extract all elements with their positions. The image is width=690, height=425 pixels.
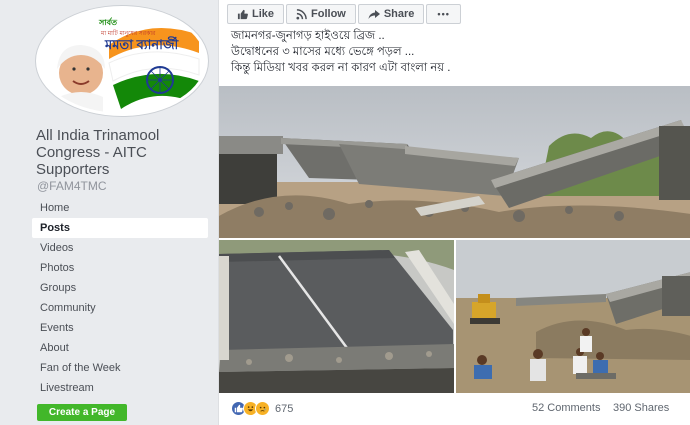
nav-item-community[interactable]: Community: [32, 298, 208, 318]
nav-item-posts[interactable]: Posts: [32, 218, 208, 238]
nav-item-groups[interactable]: Groups: [32, 278, 208, 298]
post-photo-workers-site[interactable]: [456, 240, 690, 393]
page-handle[interactable]: @FAM4TMC: [37, 179, 107, 193]
nav-item-photos[interactable]: Photos: [32, 258, 208, 278]
post-message: জামনগর-জুনাগড় হাইওয়ে ব্রিজ .. উদ্বোধনে…: [231, 28, 450, 76]
page-name[interactable]: All India Trinamool Congress - AITC Supp…: [36, 127, 214, 178]
post-footer: 675 52 Comments 390 Shares: [219, 394, 690, 425]
page-sidebar: সার্বত মা মাটি মানুষের সরকার মমতা ব্যানা…: [0, 0, 216, 425]
nav-item-home[interactable]: Home: [32, 198, 208, 218]
rss-icon: [296, 8, 307, 20]
follow-page-button[interactable]: Follow: [286, 4, 356, 24]
follow-label: Follow: [311, 8, 346, 20]
post-photo-collapsed-bridge[interactable]: [219, 86, 690, 238]
nav-item-about[interactable]: About: [32, 338, 208, 358]
thumbs-up-icon: [237, 9, 248, 19]
more-dots-icon: •••: [437, 9, 450, 19]
nav-item-videos[interactable]: Videos: [32, 238, 208, 258]
page-action-bar: Like Follow Share •••: [227, 4, 461, 24]
avatar-name: মমতা ব্যানার্জী: [105, 37, 179, 52]
shares-count-link[interactable]: 390 Shares: [613, 402, 669, 414]
sad-reaction-icon: [255, 401, 270, 416]
like-page-button[interactable]: Like: [227, 4, 285, 24]
like-label: Like: [252, 8, 275, 20]
nav-item-livestream[interactable]: Livestream: [32, 378, 208, 398]
post-text-line: উদ্বোধনের ৩ মাসের মধ্যে ভেঙ্গে পড়ল ...: [231, 46, 415, 58]
comments-count-link[interactable]: 52 Comments: [532, 402, 600, 414]
post-text-line: জামনগর-জুনাগড় হাইওয়ে ব্রিজ ..: [231, 30, 385, 42]
nav-item-events[interactable]: Events: [32, 318, 208, 338]
page-avatar[interactable]: সার্বত মা মাটি মানুষের সরকার মমতা ব্যানা…: [36, 6, 208, 116]
post-text-line: কিন্তু মিডিয়া খবর করল না কারণ এটা বাংলা…: [231, 62, 451, 74]
share-arrow-icon: [368, 9, 380, 19]
share-page-button[interactable]: Share: [357, 4, 425, 24]
reactions-summary[interactable]: 675: [231, 401, 293, 416]
create-page-button[interactable]: Create a Page: [37, 404, 127, 421]
reaction-count: 675: [275, 402, 294, 415]
nav-item-fan-of-the-week[interactable]: Fan of the Week: [32, 358, 208, 378]
post-photo-broken-road[interactable]: [219, 240, 454, 393]
share-label: Share: [383, 8, 415, 20]
post-card: Like Follow Share ••• জামনগর-জুনাগড় হাই…: [218, 0, 690, 425]
more-options-button[interactable]: •••: [426, 4, 461, 24]
page-nav: Home Posts Videos Photos Groups Communit…: [32, 198, 208, 398]
